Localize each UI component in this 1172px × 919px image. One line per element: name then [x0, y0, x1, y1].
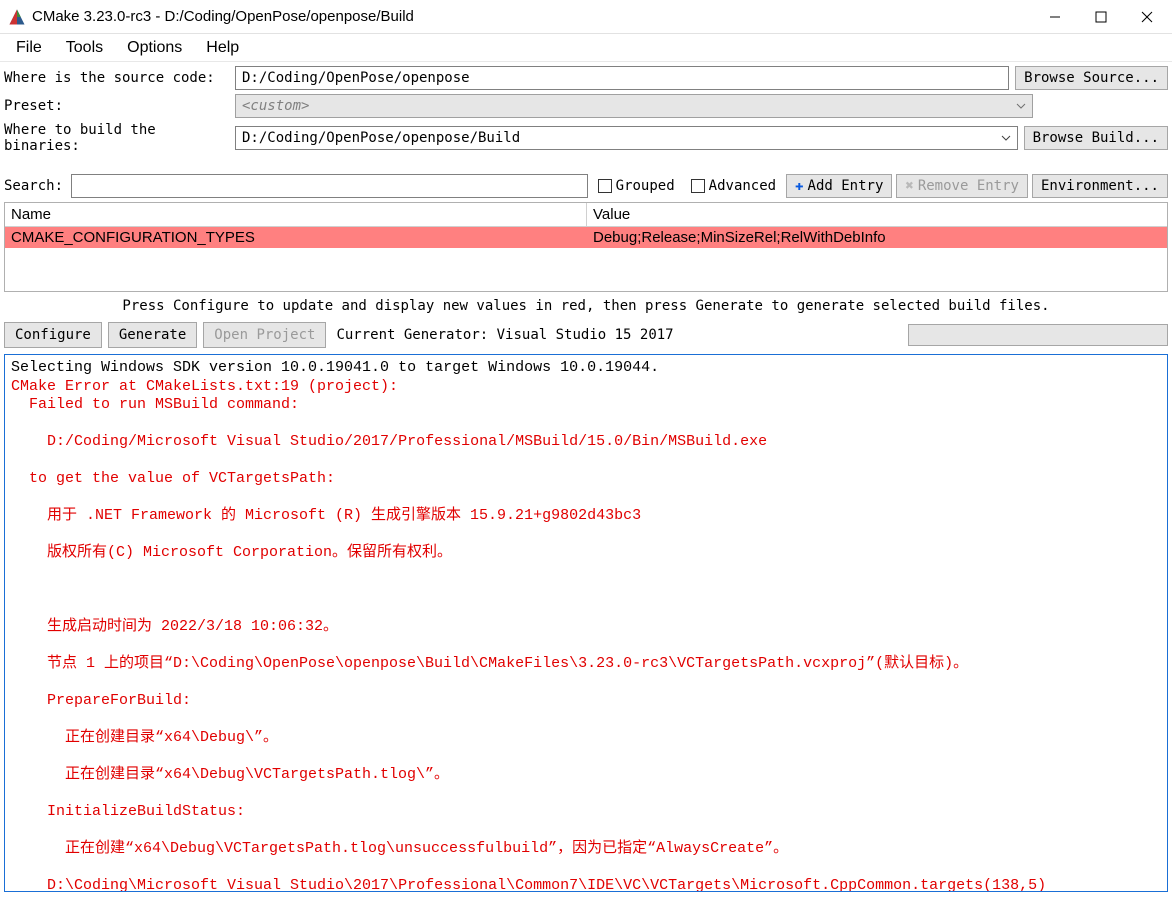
- window-title: CMake 3.23.0-rc3 - D:/Coding/OpenPose/op…: [32, 8, 1032, 25]
- output-line: 用于 .NET Framework 的 Microsoft (R) 生成引擎版本…: [11, 507, 641, 524]
- menu-tools[interactable]: Tools: [54, 35, 115, 61]
- add-entry-button[interactable]: ✚ Add Entry: [786, 174, 892, 198]
- advanced-label: Advanced: [709, 178, 776, 194]
- chevron-down-icon: [997, 127, 1015, 149]
- checkbox-icon: [598, 179, 612, 193]
- hint-text: Press Configure to update and display ne…: [0, 292, 1172, 320]
- preset-combo[interactable]: <custom>: [235, 94, 1033, 118]
- cell-name: CMAKE_CONFIGURATION_TYPES: [5, 227, 587, 248]
- table-row[interactable]: CMAKE_CONFIGURATION_TYPESDebug;Release;M…: [5, 227, 1167, 248]
- generator-text: Current Generator: Visual Studio 15 2017: [336, 327, 673, 343]
- add-entry-label: Add Entry: [808, 178, 884, 194]
- output-line: 正在创建目录“x64\Debug\”。: [11, 729, 278, 746]
- column-header-name[interactable]: Name: [5, 203, 587, 226]
- build-label: Where to build the binaries:: [4, 122, 229, 154]
- output-line: 版权所有(C) Microsoft Corporation。保留所有权利。: [11, 544, 452, 561]
- output-line: 节点 1 上的项目“D:\Coding\OpenPose\openpose\Bu…: [11, 655, 968, 672]
- output-line: 正在创建目录“x64\Debug\VCTargetsPath.tlog\”。: [11, 766, 449, 783]
- chevron-down-icon: [1012, 95, 1030, 117]
- browse-build-button[interactable]: Browse Build...: [1024, 126, 1168, 150]
- output-line: to get the value of VCTargetsPath:: [11, 470, 335, 487]
- menu-file[interactable]: File: [4, 35, 54, 61]
- output-line: 正在创建“x64\Debug\VCTargetsPath.tlog\unsucc…: [11, 840, 788, 857]
- cell-value: Debug;Release;MinSizeRel;RelWithDebInfo: [587, 227, 1167, 248]
- titlebar: CMake 3.23.0-rc3 - D:/Coding/OpenPose/op…: [0, 0, 1172, 34]
- configure-button[interactable]: Configure: [4, 322, 102, 348]
- output-line: D:/Coding/Microsoft Visual Studio/2017/P…: [11, 433, 767, 450]
- progress-bar: [908, 324, 1168, 346]
- menubar: File Tools Options Help: [0, 34, 1172, 62]
- grouped-checkbox[interactable]: Grouped: [598, 178, 675, 194]
- preset-value: <custom>: [242, 98, 309, 114]
- menu-help[interactable]: Help: [194, 35, 251, 61]
- remove-entry-label: Remove Entry: [918, 178, 1019, 194]
- plus-icon: ✚: [795, 178, 803, 194]
- remove-icon: ✖: [905, 178, 913, 194]
- search-input[interactable]: [71, 174, 588, 198]
- maximize-button[interactable]: [1078, 2, 1124, 32]
- minimize-button[interactable]: [1032, 2, 1078, 32]
- output-pane: Selecting Windows SDK version 10.0.19041…: [4, 354, 1168, 892]
- output-line: PrepareForBuild:: [11, 692, 191, 709]
- open-project-button: Open Project: [203, 322, 326, 348]
- output-text[interactable]: Selecting Windows SDK version 10.0.19041…: [5, 355, 1167, 891]
- app-icon: [8, 8, 26, 26]
- remove-entry-button: ✖ Remove Entry: [896, 174, 1028, 198]
- output-line: InitializeBuildStatus:: [11, 803, 245, 820]
- column-header-value[interactable]: Value: [587, 203, 1167, 226]
- close-button[interactable]: [1124, 2, 1170, 32]
- search-label: Search:: [4, 178, 63, 194]
- browse-source-button[interactable]: Browse Source...: [1015, 66, 1168, 90]
- advanced-checkbox[interactable]: Advanced: [691, 178, 776, 194]
- source-input[interactable]: [235, 66, 1009, 90]
- output-line: Failed to run MSBuild command:: [11, 396, 299, 413]
- source-label: Where is the source code:: [4, 70, 229, 86]
- preset-label: Preset:: [4, 98, 229, 114]
- output-line: Selecting Windows SDK version 10.0.19041…: [11, 359, 659, 376]
- checkbox-icon: [691, 179, 705, 193]
- grouped-label: Grouped: [616, 178, 675, 194]
- output-line: 生成启动时间为 2022/3/18 10:06:32。: [11, 618, 338, 635]
- build-combo[interactable]: D:/Coding/OpenPose/openpose/Build: [235, 126, 1018, 150]
- generate-button[interactable]: Generate: [108, 322, 197, 348]
- build-value: D:/Coding/OpenPose/openpose/Build: [242, 130, 520, 146]
- maximize-icon: [1095, 11, 1107, 23]
- output-line: D:\Coding\Microsoft Visual Studio\2017\P…: [11, 877, 1046, 891]
- close-icon: [1141, 11, 1153, 23]
- output-line: CMake Error at CMakeLists.txt:19 (projec…: [11, 378, 398, 395]
- menu-options[interactable]: Options: [115, 35, 194, 61]
- environment-button[interactable]: Environment...: [1032, 174, 1168, 198]
- variables-table: Name Value CMAKE_CONFIGURATION_TYPESDebu…: [4, 202, 1168, 292]
- minimize-icon: [1049, 11, 1061, 23]
